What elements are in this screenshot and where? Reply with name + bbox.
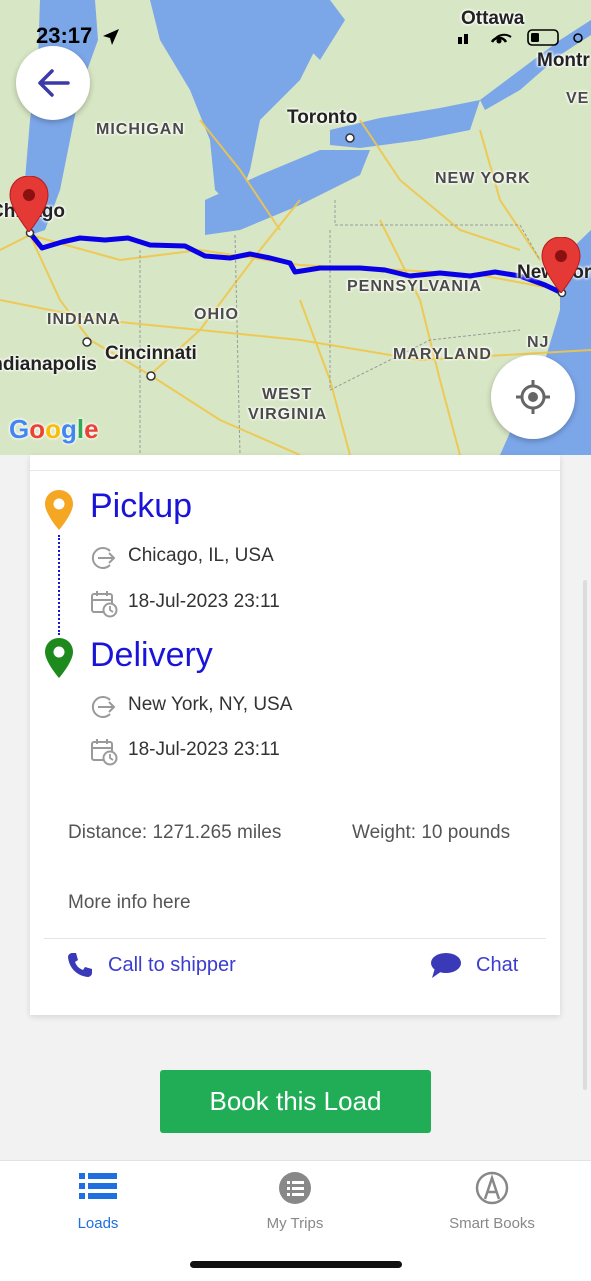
back-button[interactable] [16, 46, 90, 120]
more-info-text: More info here [68, 892, 191, 913]
card-divider-top [30, 470, 560, 471]
call-shipper-label: Call to shipper [108, 953, 236, 976]
home-indicator [190, 1261, 402, 1268]
list-icon [79, 1173, 117, 1199]
list-circle-icon [279, 1172, 311, 1204]
crosshair-icon [516, 380, 550, 414]
tab-loads-label: Loads [77, 1215, 119, 1232]
tab-my-trips[interactable]: My Trips [225, 1171, 365, 1232]
distance-text: Distance: 1271.265 miles [68, 822, 282, 843]
tab-smart-books-label: Smart Books [449, 1215, 535, 1232]
book-load-button[interactable]: Book this Load [160, 1070, 431, 1133]
map-label-indianapolis: Indianapolis [0, 354, 97, 375]
route-map[interactable]: Ottawa Montr VE MICHIGAN Toronto NEW YOR… [0, 0, 591, 455]
delivery-map-marker-icon[interactable] [541, 237, 581, 293]
map-label-new-york-state: NEW YORK [435, 170, 531, 187]
tab-smart-books[interactable]: Smart Books [422, 1171, 562, 1232]
map-label-pennsylvania: PENNSYLVANIA [347, 278, 482, 295]
call-shipper-button[interactable]: Call to shipper [66, 951, 236, 979]
map-label-indiana: INDIANA [47, 311, 121, 328]
status-icons [458, 29, 583, 46]
tab-my-trips-label: My Trips [266, 1215, 324, 1232]
trip-card: Pickup Chicago, IL, USA 18-Jul-2023 23:1… [30, 455, 560, 1015]
card-divider [44, 938, 546, 939]
route-connector [58, 535, 60, 635]
google-logo: Google [9, 414, 99, 444]
map-label-ottawa: Ottawa [461, 8, 525, 29]
chat-button[interactable]: Chat [430, 951, 518, 979]
calendar-clock-icon [91, 739, 118, 766]
pickup-datetime: 18-Jul-2023 23:11 [128, 591, 280, 612]
exit-arrow-icon [91, 696, 116, 718]
pickup-map-marker-icon[interactable] [9, 176, 49, 232]
signal-icon [458, 37, 462, 44]
delivery-pin-icon [45, 638, 73, 678]
map-label-maryland: MARYLAND [393, 346, 492, 363]
location-arrow-icon [103, 29, 119, 45]
delivery-location: New York, NY, USA [128, 694, 293, 715]
scrollbar[interactable] [583, 580, 587, 1090]
chat-bubble-icon [431, 953, 461, 978]
map-label-nj: NJ [527, 334, 550, 351]
weight-text: Weight: 10 pounds [352, 822, 511, 843]
my-location-button[interactable] [491, 355, 575, 439]
map-label-ohio: OHIO [194, 306, 239, 323]
chat-label: Chat [476, 953, 519, 976]
phone-icon [68, 953, 92, 977]
status-time: 23:17 [36, 23, 93, 48]
map-label-montreal: Montr [537, 50, 590, 71]
exit-arrow-icon [91, 547, 116, 569]
pickup-location: Chicago, IL, USA [128, 545, 274, 566]
map-label-west: WEST [262, 386, 313, 403]
map-label-virginia: VIRGINIA [248, 406, 328, 423]
map-label-michigan: MICHIGAN [96, 121, 185, 138]
delivery-datetime: 18-Jul-2023 23:11 [128, 739, 280, 760]
delivery-title: Delivery [90, 636, 213, 674]
map-label-cincinnati: Cincinnati [105, 343, 197, 364]
map-label-toronto: Toronto [287, 107, 358, 128]
smart-books-icon [475, 1171, 509, 1205]
calendar-clock-icon [91, 591, 118, 618]
pickup-title: Pickup [90, 487, 193, 525]
tab-loads[interactable]: Loads [28, 1171, 168, 1232]
map-label-ve: VE [566, 90, 590, 107]
pickup-pin-icon [45, 490, 73, 530]
arrow-left-icon [38, 69, 70, 97]
